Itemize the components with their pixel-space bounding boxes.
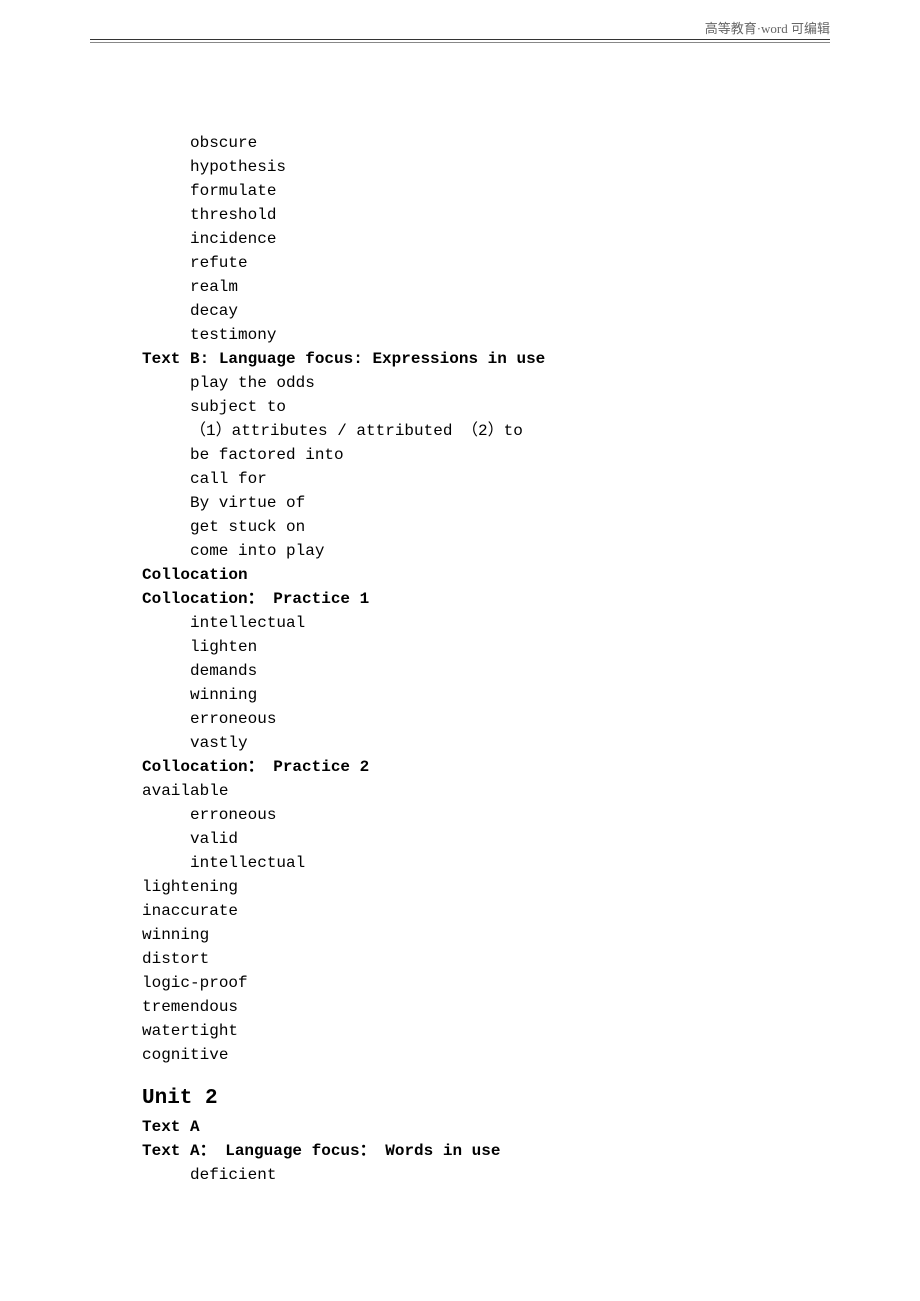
expression-item: By virtue of: [142, 491, 920, 515]
expression-item: get stuck on: [142, 515, 920, 539]
subsection-heading: Collocation： Practice 2: [142, 755, 920, 779]
word-item: hypothesis: [142, 155, 920, 179]
collocation-item: logic-proof: [142, 971, 920, 995]
word-item: obscure: [142, 131, 920, 155]
collocation-item: tremendous: [142, 995, 920, 1019]
word-item: realm: [142, 275, 920, 299]
collocation-item: vastly: [142, 731, 920, 755]
header-rule: [90, 39, 830, 40]
unit-heading: Unit 2: [142, 1067, 920, 1115]
collocation-item: distort: [142, 947, 920, 971]
collocation-item: watertight: [142, 1019, 920, 1043]
collocation-item: lightening: [142, 875, 920, 899]
collocation-item: winning: [142, 923, 920, 947]
word-item: threshold: [142, 203, 920, 227]
word-item: decay: [142, 299, 920, 323]
header-text: 高等教育·word 可编辑: [705, 21, 830, 36]
expression-item: play the odds: [142, 371, 920, 395]
collocation-item: winning: [142, 683, 920, 707]
collocation-item: valid: [142, 827, 920, 851]
collocation-item: erroneous: [142, 803, 920, 827]
word-item: refute: [142, 251, 920, 275]
document-content: obscure hypothesis formulate threshold i…: [0, 43, 920, 1187]
collocation-item: intellectual: [142, 611, 920, 635]
subsection-heading: Text A： Language focus： Words in use: [142, 1139, 920, 1163]
collocation-item: cognitive: [142, 1043, 920, 1067]
collocation-item: demands: [142, 659, 920, 683]
word-item: formulate: [142, 179, 920, 203]
subsection-heading: Collocation： Practice 1: [142, 587, 920, 611]
collocation-item: intellectual: [142, 851, 920, 875]
expression-item: （1）attributes / attributed （2）to: [142, 419, 920, 443]
word-item: deficient: [142, 1163, 920, 1187]
expression-item: subject to: [142, 395, 920, 419]
section-heading: Collocation: [142, 563, 920, 587]
expression-item: be factored into: [142, 443, 920, 467]
collocation-item: erroneous: [142, 707, 920, 731]
expression-item: come into play: [142, 539, 920, 563]
page: 高等教育·word 可编辑 obscure hypothesis formula…: [0, 0, 920, 1301]
word-item: incidence: [142, 227, 920, 251]
page-header: 高等教育·word 可编辑: [0, 18, 920, 39]
collocation-item: inaccurate: [142, 899, 920, 923]
section-heading: Text B: Language focus: Expressions in u…: [142, 347, 920, 371]
collocation-item: lighten: [142, 635, 920, 659]
word-item: testimony: [142, 323, 920, 347]
collocation-item: available: [142, 779, 920, 803]
expression-item: call for: [142, 467, 920, 491]
text-a-heading: Text A: [142, 1115, 920, 1139]
